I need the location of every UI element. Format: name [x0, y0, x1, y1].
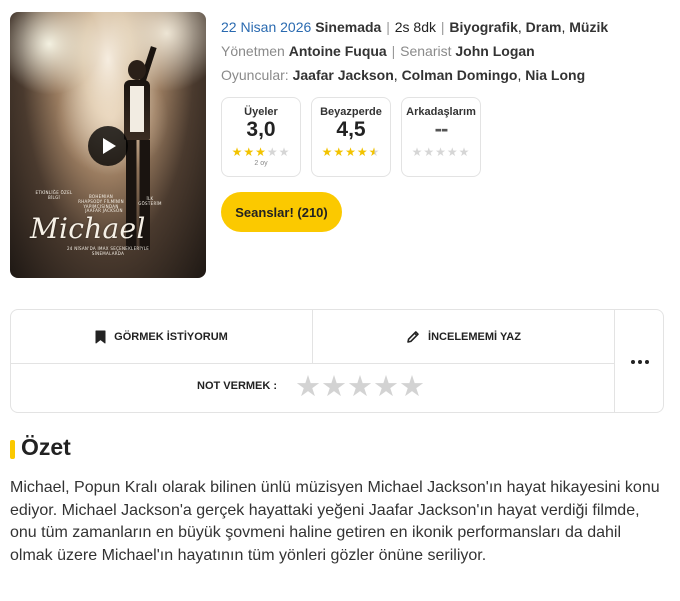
- star-icon: ★: [255, 145, 267, 159]
- genre-link[interactable]: Dram: [526, 19, 562, 35]
- users-rating-value: 3,0: [246, 118, 276, 141]
- star-icon: ★: [356, 145, 369, 159]
- sessions-button[interactable]: Seanslar! (210): [221, 192, 342, 232]
- vote-star-5[interactable]: ★: [399, 370, 425, 404]
- director-link[interactable]: Antoine Fuqua: [289, 43, 387, 59]
- vote-star-3[interactable]: ★: [347, 370, 373, 404]
- release-date[interactable]: 22 Nisan 2026: [221, 19, 311, 35]
- summary-heading: Özet: [21, 434, 71, 460]
- cast-link[interactable]: Nia Long: [525, 67, 585, 83]
- star-icon: ★: [243, 145, 256, 159]
- want-to-see-button[interactable]: GÖRMEK İSTİYORUM: [11, 310, 312, 363]
- more-options-icon[interactable]: [615, 310, 664, 413]
- star-icon: ★: [458, 145, 471, 159]
- poster-caption: BOHEMIAN RHAPSODY FİLMİNİN YAPIMCISINDAN: [78, 194, 124, 209]
- star-icon: ★: [278, 145, 291, 159]
- star-icon: ★: [231, 145, 244, 159]
- cast-label: Oyuncular:: [221, 67, 289, 83]
- genre-link[interactable]: Müzik: [569, 19, 608, 35]
- duration: 2s 8dk: [394, 19, 436, 35]
- user-actions-panel: GÖRMEK İSTİYORUM İNCELEMEMİ YAZ NOT VERM…: [10, 309, 664, 413]
- cast-link[interactable]: Jaafar Jackson: [293, 67, 394, 83]
- cast-link[interactable]: Colman Domingo: [402, 67, 518, 83]
- vote-star-2[interactable]: ★: [321, 370, 347, 404]
- summary-text: Michael, Popun Kralı olarak bilinen ünlü…: [10, 479, 660, 564]
- vote-star-4[interactable]: ★: [373, 370, 399, 404]
- friends-rating-stars: ★★★★★: [402, 145, 480, 159]
- users-rating-card[interactable]: Üyeler 3,0 ★★★★★ 2 oy: [221, 97, 301, 177]
- poster-caption: ETKİNLİĞE ÖZEL BİLGİ: [35, 190, 73, 200]
- poster-release-note: 24 NİSAN'DA IMAX SEÇENEKLERİYLE SİNEMALA…: [66, 246, 150, 256]
- friends-rating-card[interactable]: Arkadaşlarım -- ★★★★★: [401, 97, 481, 177]
- star-icon: ★: [266, 145, 279, 159]
- genre-link[interactable]: Biyografik: [449, 19, 517, 35]
- star-icon: ★: [368, 145, 381, 159]
- critics-rating-label: Beyazperde: [320, 106, 382, 118]
- users-vote-count: 2 oy: [254, 160, 268, 167]
- vote-star-1[interactable]: ★: [295, 370, 321, 404]
- play-trailer-icon[interactable]: [88, 126, 128, 166]
- poster-title: Michael: [30, 212, 146, 245]
- write-review-label: İNCELEMEMİ YAZ: [428, 330, 521, 343]
- vote-star-rating[interactable]: ★ ★ ★ ★ ★: [295, 370, 425, 404]
- writer-label: Senarist: [400, 43, 452, 59]
- star-icon: ★: [423, 145, 436, 159]
- release-info: 22 Nisan 2026 Sinemada | 2s 8dk | Biyogr…: [221, 19, 609, 35]
- users-rating-stars: ★★★★★: [222, 145, 300, 159]
- star-icon: ★: [411, 145, 424, 159]
- release-status: Sinemada: [315, 19, 382, 35]
- writer-link[interactable]: John Logan: [455, 43, 534, 59]
- users-rating-label: Üyeler: [244, 106, 278, 118]
- pencil-icon: [407, 330, 419, 343]
- section-accent-bar: [10, 440, 15, 459]
- critics-rating-value: 4,5: [336, 118, 366, 141]
- star-icon: ★: [435, 145, 447, 159]
- bookmark-icon: [95, 330, 106, 343]
- friends-rating-value: --: [434, 116, 449, 141]
- star-icon: ★: [321, 145, 334, 159]
- vote-label: NOT VERMEK :: [197, 380, 278, 392]
- want-to-see-label: GÖRMEK İSTİYORUM: [114, 330, 228, 343]
- crew-info: Yönetmen Antoine Fuqua | Senarist John L…: [221, 43, 535, 59]
- movie-poster[interactable]: ETKİNLİĞE ÖZEL BİLGİ BOHEMIAN RHAPSODY F…: [10, 12, 206, 278]
- cast-info: Oyuncular: Jaafar Jackson, Colman Doming…: [221, 67, 586, 83]
- poster-caption: İLK GÖSTERİM: [138, 196, 162, 206]
- director-label: Yönetmen: [221, 43, 285, 59]
- divider: [11, 363, 614, 364]
- star-icon: ★: [333, 145, 346, 159]
- star-icon: ★: [345, 145, 357, 159]
- star-icon: ★: [446, 145, 459, 159]
- critics-rating-stars: ★★★★★: [312, 145, 390, 159]
- critics-rating-card[interactable]: Beyazperde 4,5 ★★★★★: [311, 97, 391, 177]
- write-review-button[interactable]: İNCELEMEMİ YAZ: [313, 310, 614, 363]
